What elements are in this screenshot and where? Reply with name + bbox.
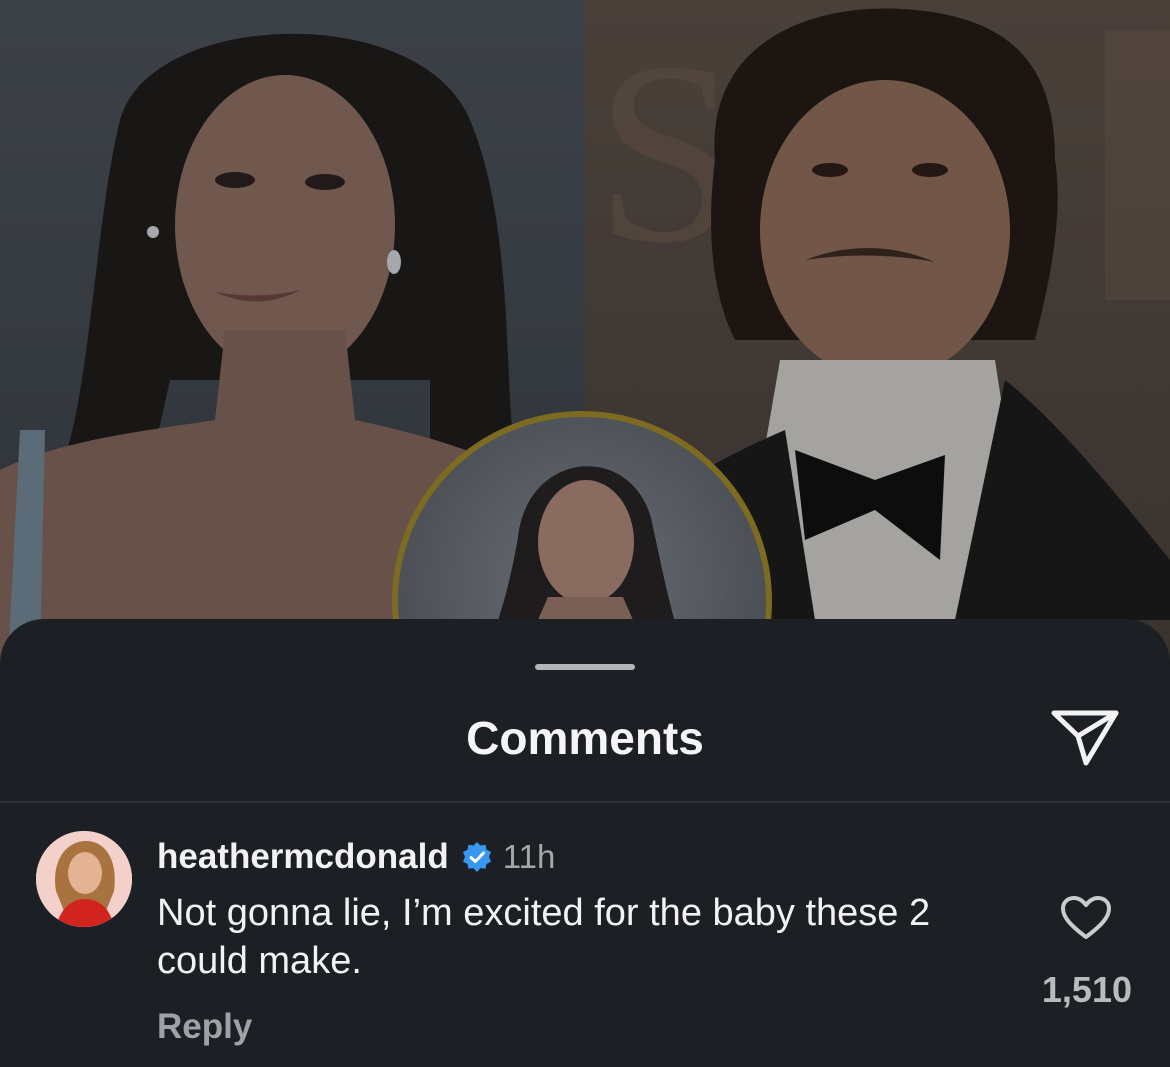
- comment-meta: heathermcdonald 11h: [157, 837, 555, 877]
- post-image[interactable]: SC: [0, 0, 1170, 700]
- sheet-title: Comments: [466, 712, 704, 764]
- comment-username[interactable]: heathermcdonald: [157, 837, 449, 877]
- comments-sheet: Comments heathermcdonald 11h Not gonna l…: [0, 619, 1170, 1067]
- comment-text: Not gonna lie, I’m excited for the baby …: [157, 892, 931, 982]
- like-button[interactable]: [1060, 895, 1112, 941]
- comment-timestamp: 11h: [502, 838, 556, 875]
- share-button[interactable]: [1048, 703, 1122, 773]
- like-count: 1,510: [1041, 969, 1132, 1010]
- reply-button[interactable]: Reply: [157, 1007, 252, 1047]
- avatar[interactable]: [36, 831, 132, 927]
- paper-plane-icon: [1051, 710, 1119, 766]
- avatar-image: [36, 831, 132, 927]
- sheet-divider: [0, 801, 1170, 803]
- comment-item: heathermcdonald 11h Not gonna lie, I’m e…: [0, 829, 1170, 1067]
- verified-badge-icon: [462, 842, 491, 872]
- heart-outline-icon: [1061, 896, 1111, 939]
- sheet-drag-handle[interactable]: [535, 664, 635, 670]
